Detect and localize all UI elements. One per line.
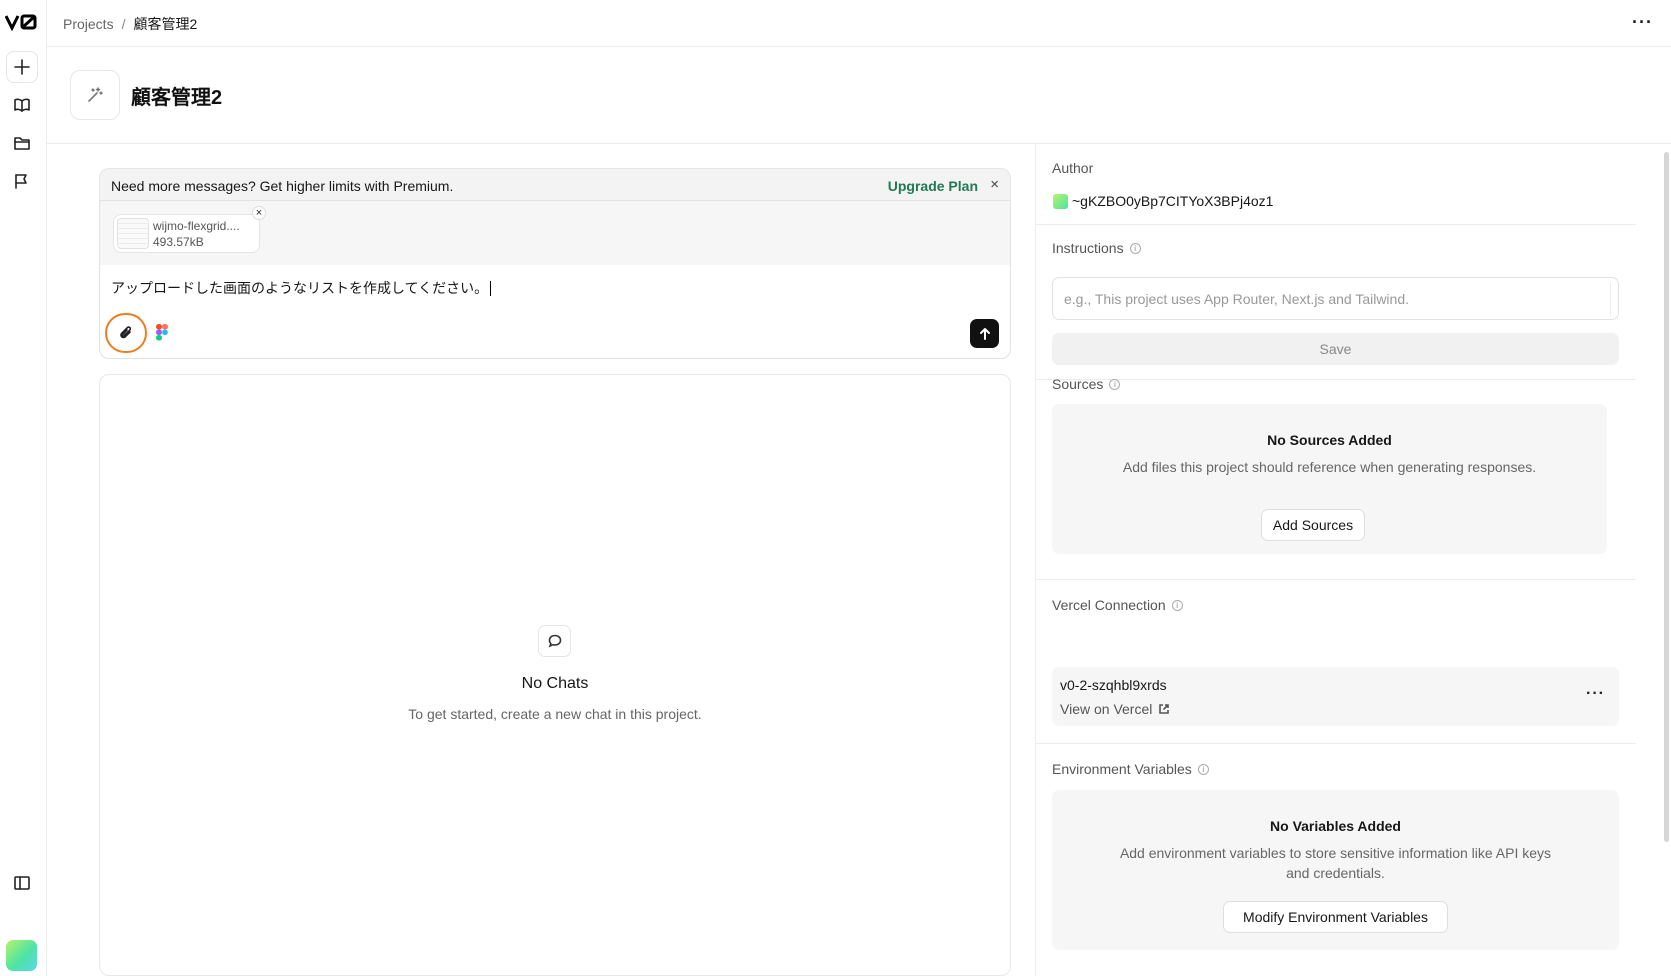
figma-icon[interactable] [156,324,168,341]
vercel-connection-label: Vercel Connection [1052,597,1166,613]
breadcrumb: Projects / 顧客管理2 [63,14,197,34]
save-instructions-button[interactable]: Save [1052,333,1619,365]
remove-attachment-icon[interactable]: × [252,206,266,220]
no-variables-title: No Variables Added [1270,818,1401,834]
view-on-vercel-label: View on Vercel [1060,701,1153,717]
sources-heading: Sources i [1052,376,1121,392]
page-title: 顧客管理2 [131,87,223,109]
info-icon[interactable]: i [1129,242,1141,254]
resize-handle[interactable] [1610,282,1616,316]
project-header: 顧客管理2 [47,47,1671,144]
instructions-input[interactable]: e.g., This project uses App Router, Next… [1052,277,1619,320]
instructions-label: Instructions [1052,240,1124,256]
vercel-project-name: v0-2-szqhbl9xrds [1060,677,1167,693]
env-heading-row: Environment Variables i [1052,761,1209,777]
breadcrumb-current[interactable]: 顧客管理2 [133,14,197,34]
info-icon[interactable]: i [1197,763,1209,775]
info-icon[interactable]: i [1171,599,1183,611]
divider [1036,379,1636,380]
v0-logo[interactable] [4,12,39,32]
author-avatar [1053,194,1068,209]
sources-label: Sources [1052,376,1104,392]
instructions-heading: Instructions i [1052,240,1141,256]
new-chat-button[interactable] [6,51,38,83]
no-chats-description: To get started, create a new chat in thi… [408,706,702,722]
projects-button[interactable] [6,127,38,159]
top-bar: Projects / 顧客管理2 ··· [47,0,1671,47]
info-icon[interactable]: i [1109,378,1121,390]
user-avatar[interactable] [6,940,37,971]
scrollbar-thumb[interactable] [1664,152,1669,842]
breadcrumb-separator: / [121,16,126,32]
panel-scrollbar[interactable] [1662,144,1670,844]
modify-env-variables-button[interactable]: Modify Environment Variables [1223,901,1448,933]
paperclip-icon [120,326,132,339]
left-rail [0,0,47,976]
flag-icon [15,174,27,189]
plus-icon [14,59,30,75]
attachment-chip[interactable]: wijmo-flexgrid.... 493.57kB × [113,206,266,253]
sources-empty-card: No Sources Added Add files this project … [1052,404,1607,554]
docs-button[interactable] [6,89,38,121]
author-section: Author ~gKZBO0yBp7CITYoX3BPj4oz1 [1036,144,1636,225]
magic-wand-icon [88,87,103,102]
attachment-size: 493.57kB [153,235,204,249]
close-banner-icon[interactable]: × [990,176,999,193]
attach-file-button[interactable] [105,313,147,353]
vercel-connection-card: v0-2-szqhbl9xrds View on Vercel ··· [1052,667,1619,726]
no-sources-description: Add files this project should reference … [1122,459,1537,475]
author-label: Author [1052,160,1094,176]
breadcrumb-projects-link[interactable]: Projects [63,16,114,32]
divider [1036,579,1636,580]
no-sources-title: No Sources Added [1267,432,1392,448]
upgrade-plan-link[interactable]: Upgrade Plan [888,178,978,194]
toggle-sidebar-button[interactable] [6,867,38,899]
folder-icon [14,137,30,150]
project-icon-button[interactable] [70,70,120,120]
no-variables-description: Add environment variables to store sensi… [1119,845,1552,881]
book-icon [14,98,30,112]
feedback-button[interactable] [6,165,38,197]
send-button[interactable] [970,319,999,348]
attachments-area: wijmo-flexgrid.... 493.57kB × [100,201,1010,265]
chat-composer: wijmo-flexgrid.... 493.57kB × アップロードした画面… [99,200,1011,359]
chat-bubble-icon [538,625,571,657]
author-name: ~gKZBO0yBp7CITYoX3BPj4oz1 [1072,193,1274,209]
attachment-thumbnail [117,218,149,249]
project-settings-panel: Author ~gKZBO0yBp7CITYoX3BPj4oz1 Instruc… [1035,144,1671,976]
add-sources-button[interactable]: Add Sources [1261,509,1365,541]
attachment-name: wijmo-flexgrid.... [153,219,240,233]
external-link-icon [1159,704,1170,714]
prompt-input[interactable]: アップロードした画面のようなリストを作成してください。 [111,278,491,298]
view-on-vercel-link[interactable]: View on Vercel [1060,701,1170,717]
env-empty-card: No Variables Added Add environment varia… [1052,790,1619,950]
connection-options-icon[interactable]: ··· [1586,685,1605,703]
upgrade-banner: Need more messages? Get higher limits wi… [99,168,1011,201]
no-chats-title: No Chats [521,675,589,692]
upgrade-message: Need more messages? Get higher limits wi… [111,178,454,194]
more-options-icon[interactable]: ··· [1632,12,1653,33]
arrow-up-icon [979,327,990,340]
chats-panel: No Chats To get started, create a new ch… [99,374,1011,976]
divider [1036,743,1636,744]
env-variables-label: Environment Variables [1052,761,1192,777]
vercel-heading: Vercel Connection i [1052,597,1183,613]
sidebar-icon [14,876,30,890]
instructions-placeholder: e.g., This project uses App Router, Next… [1064,291,1410,307]
